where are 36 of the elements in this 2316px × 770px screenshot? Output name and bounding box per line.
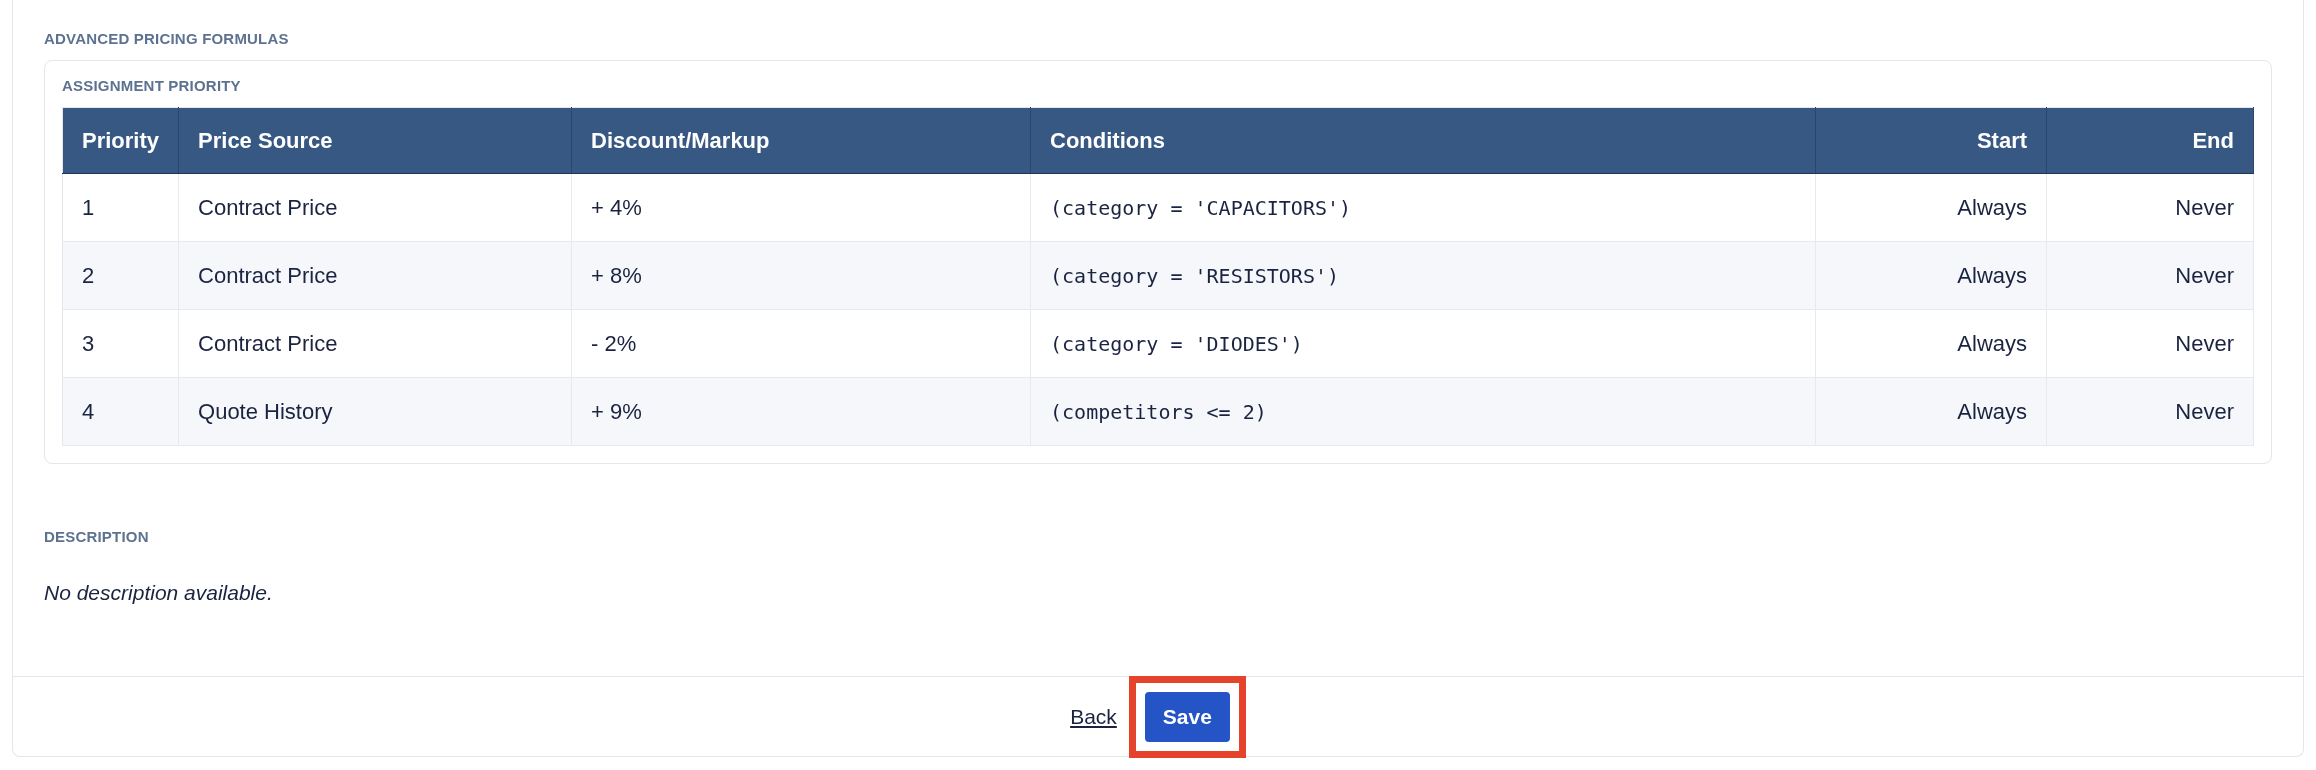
table-cell: (category = 'DIODES') [1030, 309, 1816, 378]
column-header: Start [1815, 107, 2047, 174]
column-header: Priority [62, 107, 179, 174]
table-cell: Never [2046, 309, 2254, 378]
table-cell: Never [2046, 173, 2254, 242]
table-cell: (category = 'RESISTORS') [1030, 241, 1816, 310]
back-link[interactable]: Back [1070, 700, 1117, 733]
table-cell: + 8% [571, 241, 1031, 310]
table-cell: 3 [62, 309, 179, 378]
description-text: No description available. [44, 579, 274, 606]
table-cell: Contract Price [178, 309, 572, 378]
table-cell: Never [2046, 241, 2254, 310]
table-cell: (category = 'CAPACITORS') [1030, 173, 1816, 242]
table-cell: Contract Price [178, 173, 572, 242]
table-cell: + 4% [571, 173, 1031, 242]
table-cell: Always [1815, 241, 2047, 310]
table-cell: Quote History [178, 377, 572, 446]
table-cell: Contract Price [178, 241, 572, 310]
table-cell: Never [2046, 377, 2254, 446]
column-header: End [2046, 107, 2254, 174]
section-title: DESCRIPTION [44, 527, 150, 547]
table-cell: Always [1815, 309, 2047, 378]
save-button[interactable]: Save [1144, 691, 1230, 742]
table-cell: 1 [62, 173, 179, 242]
column-header: Discount/Markup [571, 107, 1031, 174]
section-title: ADVANCED PRICING FORMULAS [44, 29, 290, 49]
column-header: Conditions [1030, 107, 1816, 174]
table-cell: - 2% [571, 309, 1031, 378]
table-cell: (competitors <= 2) [1030, 377, 1816, 446]
table-cell: Always [1815, 377, 2047, 446]
table-cell: Always [1815, 173, 2047, 242]
table-cell: + 9% [571, 377, 1031, 446]
table-title: ASSIGNMENT PRIORITY [62, 75, 242, 96]
table-cell: 4 [62, 377, 179, 446]
column-header: Price Source [178, 107, 572, 174]
table-cell: 2 [62, 241, 179, 310]
